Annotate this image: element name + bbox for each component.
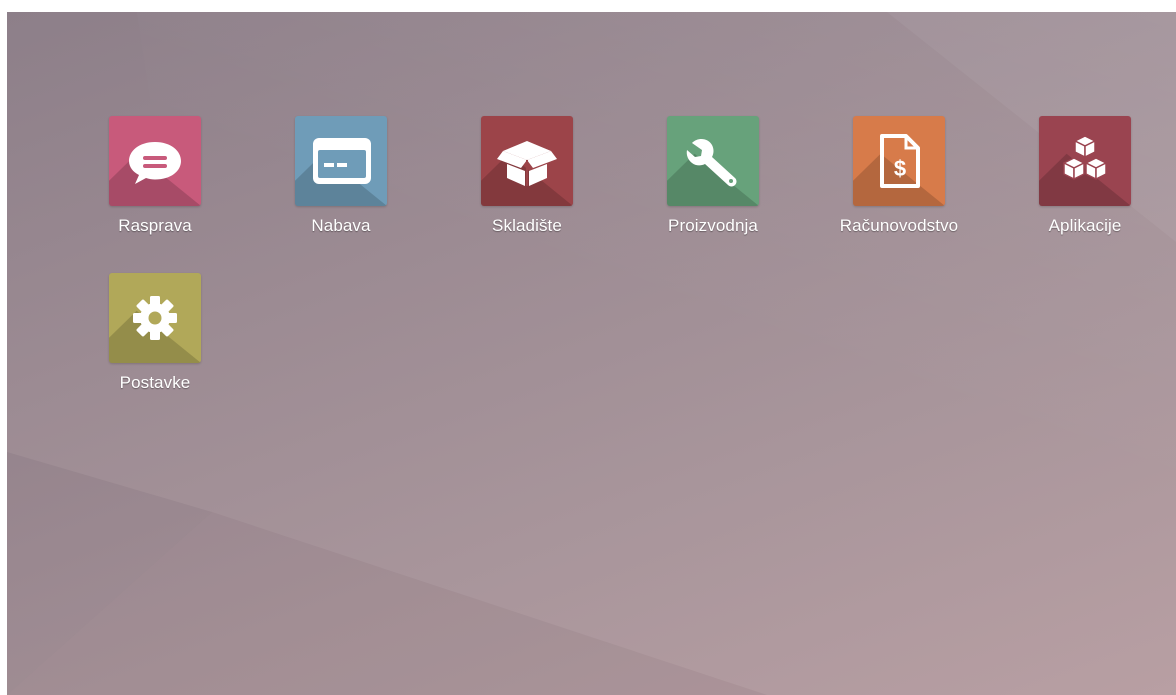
app-tile[interactable]: $ (853, 116, 945, 206)
app-racunovodstvo[interactable]: $ Računovodstvo (806, 116, 992, 273)
svg-text:$: $ (894, 156, 906, 181)
home-menu-background: Rasprava Nabava Skladište Proizvodnja $ … (7, 12, 1176, 695)
app-tile[interactable] (1039, 116, 1131, 206)
app-aplikacije[interactable]: Aplikacije (992, 116, 1176, 273)
app-proizvodnja[interactable]: Proizvodnja (620, 116, 806, 273)
cubes-icon (1063, 135, 1107, 180)
app-rasprava[interactable]: Rasprava (62, 116, 248, 273)
gear-icon (133, 296, 177, 340)
credit-card-icon (313, 138, 371, 184)
open-box-icon (497, 141, 557, 186)
app-tile[interactable] (481, 116, 573, 206)
app-label: Rasprava (118, 216, 192, 235)
invoice-dollar-icon: $ (880, 134, 920, 188)
app-label: Računovodstvo (839, 216, 959, 235)
app-tile[interactable] (667, 116, 759, 206)
wrench-icon (686, 139, 737, 187)
app-nabava[interactable]: Nabava (248, 116, 434, 273)
app-tile[interactable] (109, 116, 201, 206)
chat-bubble-icon (129, 142, 181, 184)
app-skladiste[interactable]: Skladište (434, 116, 620, 273)
app-label: Nabava (311, 216, 371, 235)
app-label: Skladište (492, 216, 562, 235)
app-label: Postavke (119, 373, 191, 392)
app-tile[interactable] (109, 273, 201, 363)
app-grid: Rasprava Nabava Skladište Proizvodnja $ … (62, 116, 1162, 430)
app-tile[interactable] (295, 116, 387, 206)
app-postavke[interactable]: Postavke (62, 273, 248, 430)
app-label: Aplikacije (1048, 216, 1122, 235)
app-label: Proizvodnja (668, 216, 758, 235)
